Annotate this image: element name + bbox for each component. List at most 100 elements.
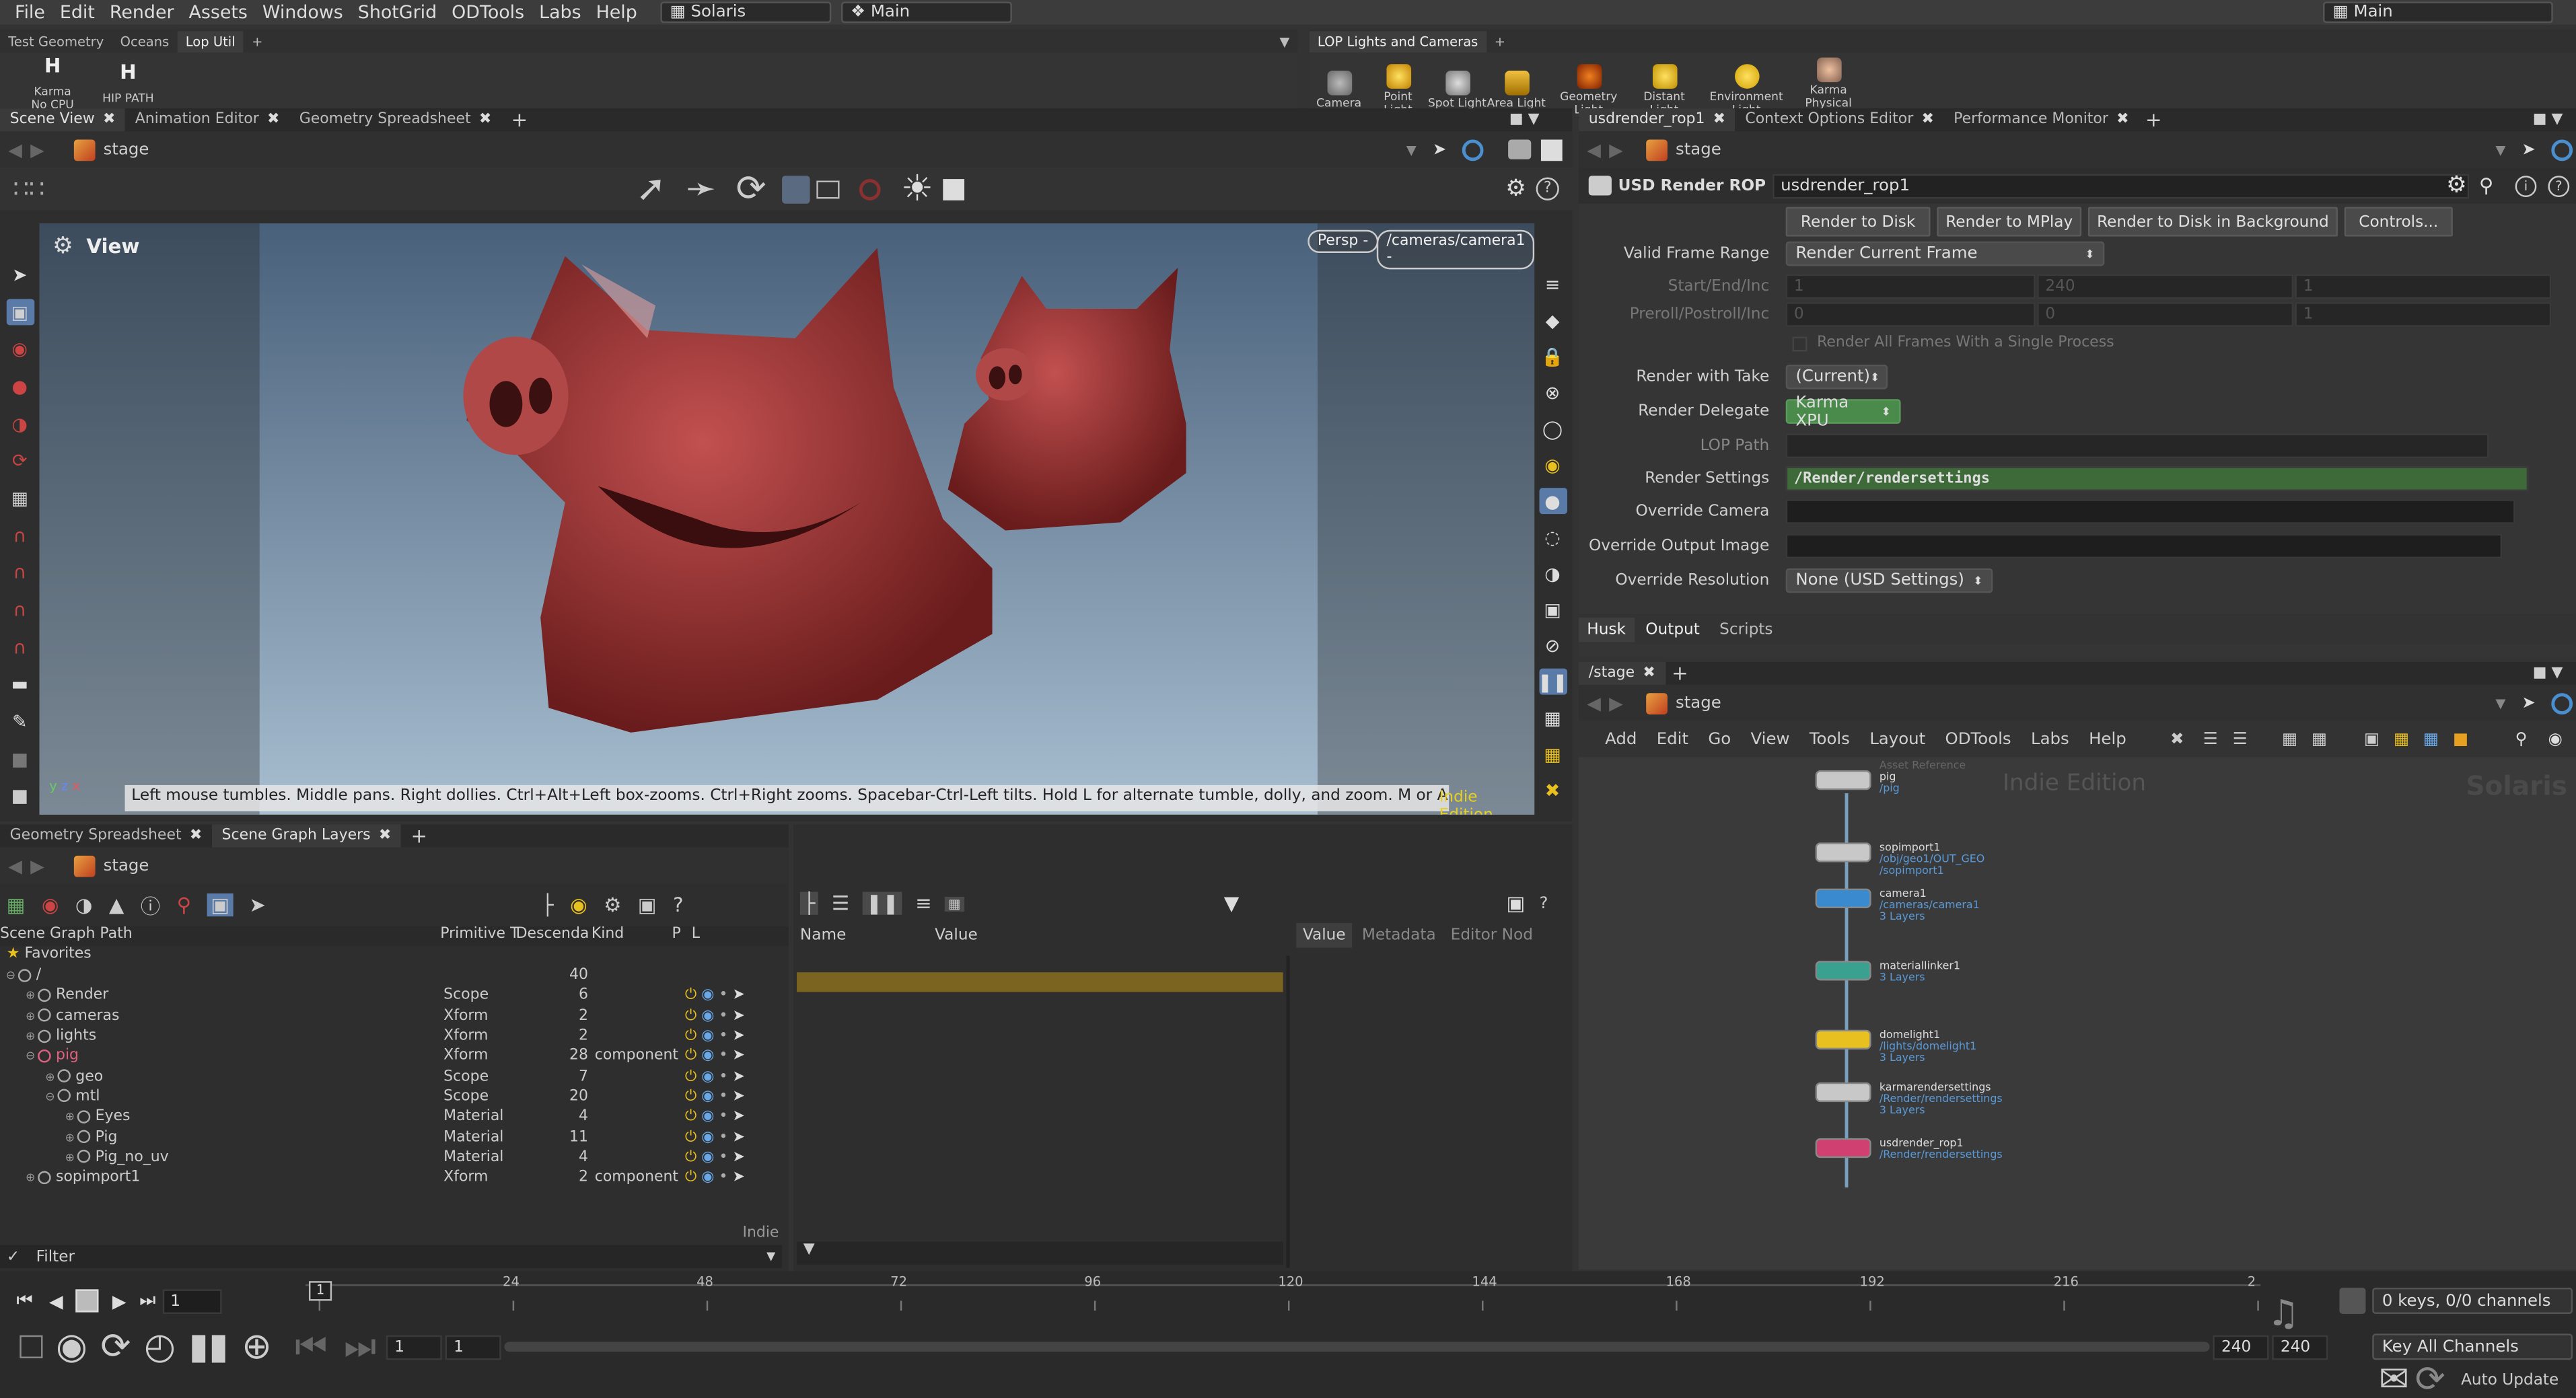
note-icon[interactable]: ▦ — [2394, 730, 2409, 748]
shelf-tool-hip-path[interactable]: H HIP PATH — [98, 63, 157, 105]
col-name[interactable]: Name — [800, 926, 846, 945]
solo-icon[interactable]: • — [719, 1089, 727, 1105]
select-cursor-icon[interactable]: ➤ — [732, 1149, 744, 1165]
bulb-icon[interactable]: ● — [1538, 488, 1567, 515]
solo-icon[interactable]: • — [719, 1149, 727, 1165]
node-name-field[interactable]: usdrender_rop1 — [1772, 173, 2469, 198]
inc-field[interactable]: 1 — [2295, 274, 2552, 299]
sg-link-icon[interactable]: ▣ — [207, 893, 233, 917]
sg-collapse-icon[interactable]: ◉ — [42, 893, 59, 916]
link-icon[interactable] — [2551, 139, 2573, 161]
visibility-eye-icon[interactable]: ◉ — [701, 1149, 714, 1165]
controls-button[interactable]: Controls... — [2344, 207, 2453, 237]
table-row[interactable]: ⊕ Eyes Material 4 ⏻ ◉ • ➤ — [0, 1107, 782, 1128]
props-grid-icon[interactable]: ▦ — [945, 895, 964, 911]
ghost-icon[interactable]: ⊗ — [1538, 379, 1567, 406]
add-shelf-tab-icon[interactable]: + — [244, 30, 271, 52]
solo-icon[interactable]: • — [719, 1068, 727, 1084]
skip-end-icon[interactable]: ⏭ — [139, 1289, 155, 1312]
back-arrow-icon[interactable]: ◀ — [1587, 139, 1601, 160]
solo-icon[interactable]: • — [719, 1109, 727, 1125]
table-row[interactable]: ⊖/40 — [0, 965, 782, 986]
solo-icon[interactable]: • — [719, 1028, 727, 1044]
snap-multi-icon[interactable]: ∩ — [6, 634, 34, 661]
close-tab-icon[interactable]: ✖ — [1921, 112, 1933, 128]
snap-grid-icon[interactable]: ∩ — [6, 522, 34, 550]
magnet-red-icon[interactable]: ◉ — [6, 336, 34, 363]
node-body[interactable] — [1815, 842, 1871, 862]
range-select-icon[interactable] — [20, 1335, 43, 1358]
sg-filter-icon[interactable]: ◑ — [75, 893, 93, 916]
folder-icon[interactable]: ■ — [2453, 730, 2468, 748]
layers-icon[interactable]: ≡ — [1538, 271, 1567, 297]
grid-dots-icon[interactable]: ∷∷ — [13, 174, 45, 204]
pin-icon[interactable]: ➤ — [2521, 694, 2535, 712]
shelf-tab-oceans[interactable]: Oceans — [112, 30, 177, 52]
display-options-icon[interactable] — [1508, 139, 1532, 159]
close-tab-icon[interactable]: ✖ — [2116, 112, 2128, 128]
close-tab-icon[interactable]: ✖ — [1643, 665, 1655, 682]
prev-key-icon[interactable]: ⏮ — [295, 1326, 327, 1367]
audio-icon[interactable]: ◉ — [56, 1326, 87, 1367]
tab-value[interactable]: Value — [1296, 923, 1353, 948]
net-menu-edit[interactable]: Edit — [1657, 730, 1688, 748]
shelf-tool-karma-no-cpu[interactable]: H Karma No CPU — [23, 56, 82, 112]
persp-menu[interactable]: Persp - — [1308, 229, 1378, 253]
ring-icon[interactable]: ◯ — [1538, 416, 1567, 442]
select-cursor-icon[interactable]: ➤ — [732, 1008, 744, 1024]
tab-geometry-spreadsheet[interactable]: Geometry Spreadsheet ✖ — [0, 825, 212, 848]
realtime-icon[interactable]: ◴ — [144, 1326, 176, 1367]
net-menu-go[interactable]: Go — [1708, 730, 1731, 748]
play-icon[interactable]: ▶ — [112, 1290, 127, 1312]
sphere-tool-icon[interactable]: ● — [6, 373, 34, 400]
shelf-tool-camera[interactable]: Camera — [1310, 70, 1369, 110]
network-node-sopimport1[interactable]: sopimport1/obj/geo1/OUT_GEO/sopimport1 — [1815, 842, 1984, 877]
net-menu-tools[interactable]: Tools — [1810, 730, 1850, 748]
timeline-track[interactable]: 24 48 72 96 120 144 168 192 216 2 1 — [306, 1274, 2261, 1314]
key-all-channels-button[interactable]: Key All Channels — [2372, 1333, 2573, 1360]
back-arrow-icon[interactable]: ◀ — [8, 855, 22, 877]
display-icon[interactable]: ▣ — [2364, 730, 2380, 748]
expand-toggle-icon[interactable]: ⊖ — [23, 1050, 38, 1064]
snap-prim-icon[interactable]: ∩ — [6, 559, 34, 587]
stop-icon[interactable] — [76, 1289, 100, 1313]
path-dropdown-icon[interactable]: ▼ — [1406, 142, 1417, 157]
col-l[interactable]: L — [692, 926, 700, 943]
right-desktop-select[interactable]: ▦ Main — [2322, 1, 2553, 24]
ruler-icon[interactable]: ▬ — [6, 671, 34, 698]
grid2-icon[interactable]: ▦ — [2312, 730, 2327, 748]
net-menu-layout[interactable]: Layout — [1869, 730, 1925, 748]
expand-toggle-icon[interactable]: ⊕ — [23, 1010, 38, 1023]
col-kind[interactable]: Kind — [592, 926, 624, 943]
node-body[interactable] — [1815, 1082, 1871, 1103]
sg-gear-icon[interactable]: ⚙ — [604, 893, 621, 916]
help-icon[interactable]: ? — [1536, 177, 1559, 200]
geo-icon[interactable]: ◆ — [1538, 307, 1567, 334]
skip-start-icon[interactable]: ⏮ — [16, 1289, 32, 1312]
refresh-icon[interactable]: ⟳ — [2415, 1359, 2445, 1397]
sg-cursor-icon[interactable]: ➤ — [249, 893, 266, 916]
props-camera-icon[interactable]: ▣ — [1507, 892, 1526, 915]
scene-graph-path[interactable]: stage — [104, 856, 149, 875]
sg-search-icon[interactable]: ⚲ — [177, 893, 191, 916]
camera-menu[interactable]: /cameras/camera1 - — [1376, 229, 1535, 270]
transform-tool-icon[interactable]: ➛ — [686, 168, 716, 209]
select-cursor-icon[interactable]: ➤ — [732, 1048, 744, 1064]
network-node-materiallinker1[interactable]: materiallinker1 3 Layers — [1815, 960, 1960, 984]
props-rows-icon[interactable]: ≡ — [915, 892, 932, 915]
brush-icon[interactable]: ✎ — [6, 708, 34, 735]
pane-menu-icon[interactable]: ■ ▼ — [2533, 665, 2563, 682]
expand-toggle-icon[interactable]: ⊕ — [23, 1171, 38, 1185]
path-dropdown-icon[interactable]: ▼ — [2495, 696, 2505, 710]
active-toggle-icon[interactable]: ⏻ — [685, 988, 696, 1004]
visibility-eye-icon[interactable]: ◉ — [701, 1169, 714, 1185]
network-canvas[interactable]: Indie Edition Solaris Asset Reference pig… — [1579, 757, 2576, 1266]
expand-toggle-icon[interactable]: ⊕ — [63, 1111, 77, 1124]
tab-scene-view[interactable]: Scene View ✖ — [0, 108, 126, 132]
pane-menu-icon[interactable]: ■ ▼ — [2533, 112, 2563, 128]
help-icon[interactable]: ? — [2548, 174, 2570, 196]
forward-arrow-icon[interactable]: ▶ — [1609, 139, 1623, 160]
visibility-eye-icon[interactable]: ◉ — [701, 988, 714, 1004]
select-cursor-icon[interactable]: ➤ — [732, 1028, 744, 1044]
sound-icon[interactable]: ♫ — [2267, 1294, 2299, 1335]
